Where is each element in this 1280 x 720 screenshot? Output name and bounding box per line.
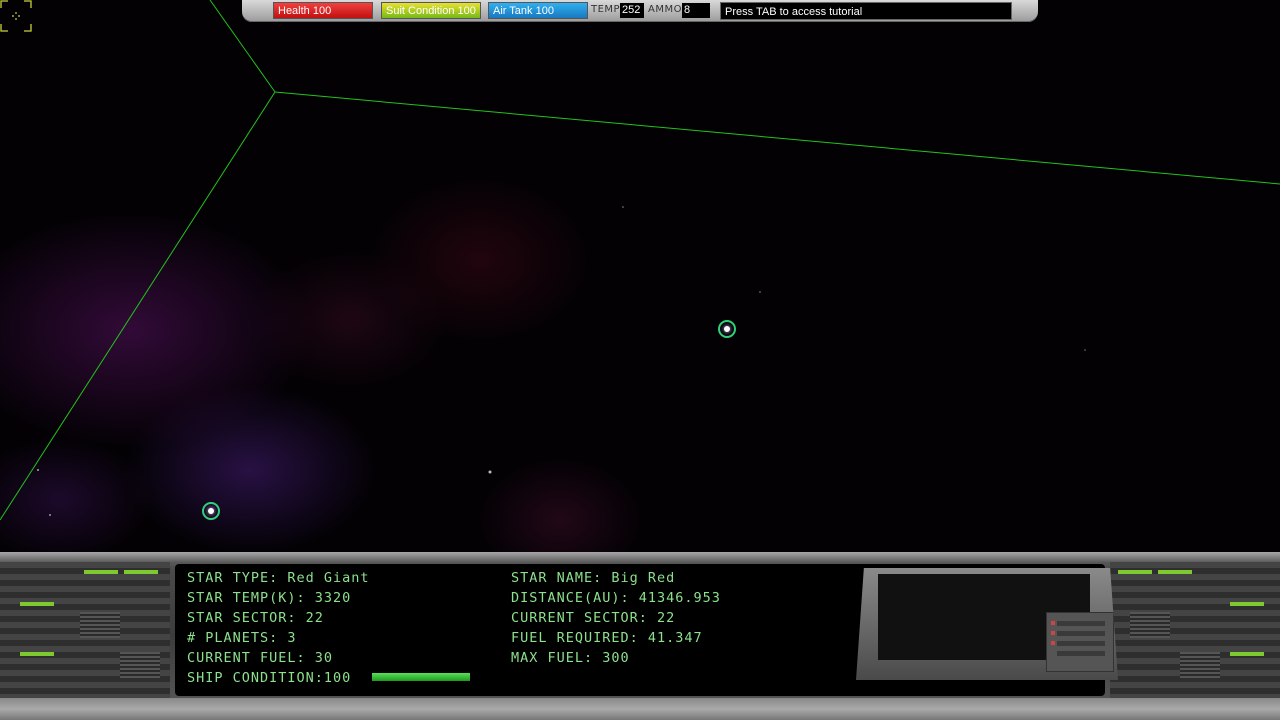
distant-star — [49, 514, 51, 516]
grid-line — [274, 91, 1280, 185]
indicator-light — [1230, 602, 1264, 606]
vent-grill — [1180, 652, 1220, 678]
keypad-key[interactable] — [1057, 621, 1105, 626]
temp-value: 252 — [620, 3, 644, 18]
temp-label: TEMP — [591, 4, 621, 15]
indicator-light — [1158, 570, 1192, 574]
keypad-key[interactable] — [1057, 651, 1105, 656]
ship-condition: SHIP CONDITION:100 — [187, 670, 352, 686]
indicator-light — [124, 570, 158, 574]
grid-line — [0, 91, 276, 521]
current-fuel: CURRENT FUEL: 30 — [187, 650, 334, 666]
star-core — [208, 508, 214, 514]
space-viewport[interactable] — [0, 0, 1280, 560]
ship-condition-bar-fill — [372, 673, 470, 681]
sector-grid-lines — [0, 0, 1280, 521]
distant-star — [37, 469, 39, 471]
distant-star — [759, 291, 761, 293]
right-control-panel — [1110, 562, 1280, 698]
fuel-required: FUEL REQUIRED: 41.347 — [511, 630, 703, 646]
star-core — [724, 326, 730, 332]
star-temp: STAR TEMP(K): 3320 — [187, 590, 352, 606]
star-marker-icon[interactable] — [718, 320, 736, 338]
star-marker-icon[interactable] — [202, 502, 220, 520]
vent-grill — [120, 652, 160, 678]
left-control-panel — [0, 562, 170, 698]
indicator-light — [20, 602, 54, 606]
distant-star — [622, 206, 624, 208]
star-type: STAR TYPE: Red Giant — [187, 570, 370, 586]
current-sector: CURRENT SECTOR: 22 — [511, 610, 676, 626]
indicator-light — [84, 570, 118, 574]
distant-star — [488, 470, 492, 474]
console-monitor[interactable] — [856, 568, 1118, 680]
star-sector: STAR SECTOR: 22 — [187, 610, 324, 626]
console-base — [0, 698, 1280, 720]
indicator-light — [1230, 652, 1264, 656]
indicator-light — [1118, 570, 1152, 574]
monitor-keypad[interactable] — [1046, 612, 1114, 672]
max-fuel: MAX FUEL: 300 — [511, 650, 630, 666]
top-status-bar: Health 100 Suit Condition 100 Air Tank 1… — [242, 0, 1038, 22]
indicator-light — [20, 652, 54, 656]
indicator-light — [1051, 621, 1055, 625]
vent-grill — [1130, 612, 1170, 638]
tutorial-hint: Press TAB to access tutorial — [720, 2, 1012, 20]
health-bar: Health 100 — [273, 2, 373, 19]
star-name: STAR NAME: Big Red — [511, 570, 676, 586]
ammo-label: AMMO — [648, 4, 682, 15]
indicator-light — [1051, 641, 1055, 645]
keypad-key[interactable] — [1057, 631, 1105, 636]
ammo-value: 8 — [682, 3, 710, 18]
distant-star — [1084, 349, 1086, 351]
targeting-reticle-icon — [0, 0, 32, 32]
console-rim — [0, 552, 1280, 562]
ship-condition-bar — [372, 673, 470, 681]
star-distance: DISTANCE(AU): 41346.953 — [511, 590, 721, 606]
air-tank-bar: Air Tank 100 — [488, 2, 588, 19]
vent-grill — [80, 612, 120, 638]
planet-count: # PLANETS: 3 — [187, 630, 297, 646]
indicator-light — [1051, 631, 1055, 635]
suit-condition-bar: Suit Condition 100 — [381, 2, 481, 19]
keypad-key[interactable] — [1057, 641, 1105, 646]
